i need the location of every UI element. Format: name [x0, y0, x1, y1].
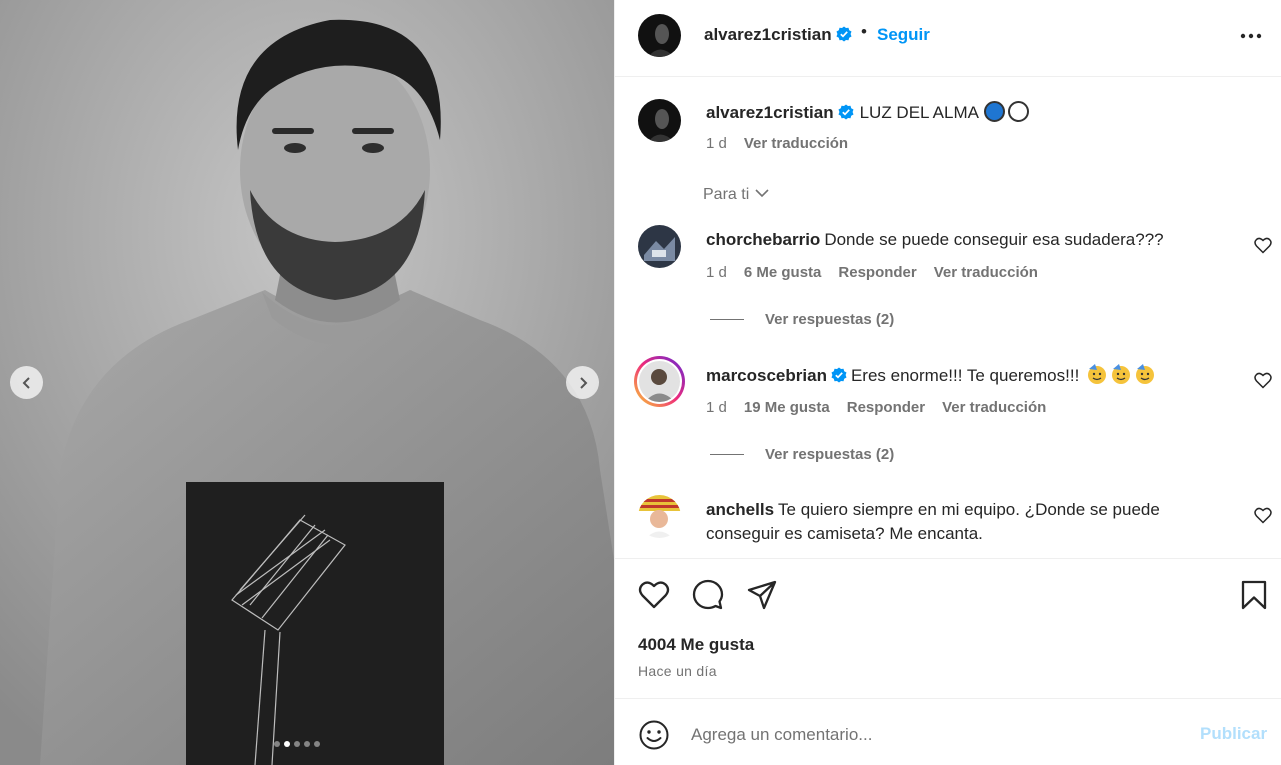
smiley-icon[interactable] [638, 719, 670, 751]
comment-like-heart-icon[interactable] [1254, 237, 1272, 254]
caption-translate-link[interactable]: Ver traducción [744, 135, 848, 152]
chevron-left-icon [22, 376, 30, 389]
likes-count[interactable]: 4004 Me gusta [638, 635, 754, 655]
carousel-dot [314, 741, 320, 747]
post-actions: 4004 Me gusta Hace un día [615, 558, 1281, 698]
comment-time: 1 d [706, 399, 727, 416]
party-face-emoji [1112, 364, 1131, 384]
follow-button[interactable]: Seguir [877, 25, 930, 45]
comment-input[interactable] [691, 721, 1171, 749]
caption-author-avatar[interactable] [638, 99, 681, 142]
commenter-avatar-story-ring[interactable] [634, 356, 685, 407]
comment-text: anchells Te quiero siempre en mi equipo. … [706, 498, 1226, 546]
verified-badge-icon [836, 26, 852, 42]
comment-body: Te quiero siempre en mi equipo. ¿Donde s… [706, 500, 1160, 543]
comment-like-heart-icon[interactable] [1254, 507, 1272, 524]
add-comment-bar: Publicar [615, 698, 1281, 765]
commenter-avatar[interactable] [638, 495, 681, 538]
comment-likes[interactable]: 19 Me gusta [744, 399, 830, 416]
publish-button[interactable]: Publicar [1200, 724, 1267, 744]
comment-body: Donde se puede conseguir esa sudadera??? [824, 230, 1164, 249]
carousel-dot [294, 741, 300, 747]
chevron-right-icon [579, 376, 587, 389]
carousel-next-button[interactable] [566, 366, 599, 399]
comment-username[interactable]: marcoscebrian [706, 366, 847, 385]
caption-time: 1 d [706, 135, 727, 152]
replies-divider [710, 319, 744, 320]
bookmark-icon[interactable] [1238, 579, 1270, 611]
party-face-emoji [1088, 364, 1107, 384]
comment-username[interactable]: anchells [706, 500, 774, 519]
header-separator: • [861, 22, 867, 41]
post-photo [0, 0, 614, 765]
commenter-avatar[interactable] [638, 225, 681, 268]
comment-meta: 1 d 19 Me gusta Responder Ver traducción [706, 399, 1063, 416]
author-avatar[interactable] [638, 14, 681, 57]
comment-body: Eres enorme!!! Te queremos!!! [850, 366, 1080, 385]
comment-like-heart-icon[interactable] [1254, 372, 1272, 389]
verified-badge-icon [838, 104, 854, 120]
caption-meta: 1 d Ver traducción [706, 135, 865, 152]
party-face-emoji [1136, 364, 1155, 384]
comment-bubble-icon[interactable] [692, 579, 724, 611]
comment-text: chorchebarrio Donde se puede conseguir es… [706, 228, 1226, 252]
view-replies-button[interactable]: Ver respuestas (2) [710, 311, 894, 328]
commenter-avatar [639, 361, 680, 402]
blue-circle-emoji [983, 101, 1005, 122]
view-replies-button[interactable]: Ver respuestas (2) [710, 446, 894, 463]
post-media[interactable] [0, 0, 614, 765]
post-header: alvarez1cristian • Seguir [615, 0, 1281, 77]
comment-translate-link[interactable]: Ver traducción [942, 399, 1046, 416]
comment-reply-link[interactable]: Responder [838, 264, 916, 281]
comment-text: marcoscebrian Eres enorme!!! Te queremos!… [706, 363, 1226, 388]
more-options-icon[interactable] [1239, 27, 1263, 45]
carousel-dot [284, 741, 290, 747]
carousel-indicator [274, 741, 320, 747]
heart-icon[interactable] [638, 579, 670, 611]
comment-translate-link[interactable]: Ver traducción [934, 264, 1038, 281]
carousel-dot [274, 741, 280, 747]
view-replies-label: Ver respuestas (2) [765, 311, 895, 328]
paper-plane-icon[interactable] [746, 579, 778, 611]
post-panel: alvarez1cristian • Seguir alvarez1cristi… [614, 0, 1281, 765]
carousel-dot [304, 741, 310, 747]
caption-text: LUZ DEL ALMA [859, 103, 979, 122]
comment-username[interactable]: chorchebarrio [706, 230, 820, 249]
comment-meta: 1 d 6 Me gusta Responder Ver traducción [706, 264, 1055, 281]
comment-reply-link[interactable]: Responder [847, 399, 925, 416]
comment-likes[interactable]: 6 Me gusta [744, 264, 822, 281]
replies-divider [710, 454, 744, 455]
carousel-prev-button[interactable] [10, 366, 43, 399]
chevron-down-icon [755, 189, 769, 198]
comments-filter-dropdown[interactable]: Para ti [703, 186, 769, 204]
caption-username[interactable]: alvarez1cristian [706, 103, 854, 122]
comment-time: 1 d [706, 264, 727, 281]
author-username[interactable]: alvarez1cristian [704, 25, 852, 45]
comments-filter-label: Para ti [703, 186, 750, 203]
white-circle-emoji [1007, 101, 1029, 122]
post-timestamp: Hace un día [638, 663, 717, 679]
caption-body: alvarez1cristian LUZ DEL ALMA [706, 101, 1029, 123]
verified-badge-icon [831, 367, 847, 383]
view-replies-label: Ver respuestas (2) [765, 446, 895, 463]
